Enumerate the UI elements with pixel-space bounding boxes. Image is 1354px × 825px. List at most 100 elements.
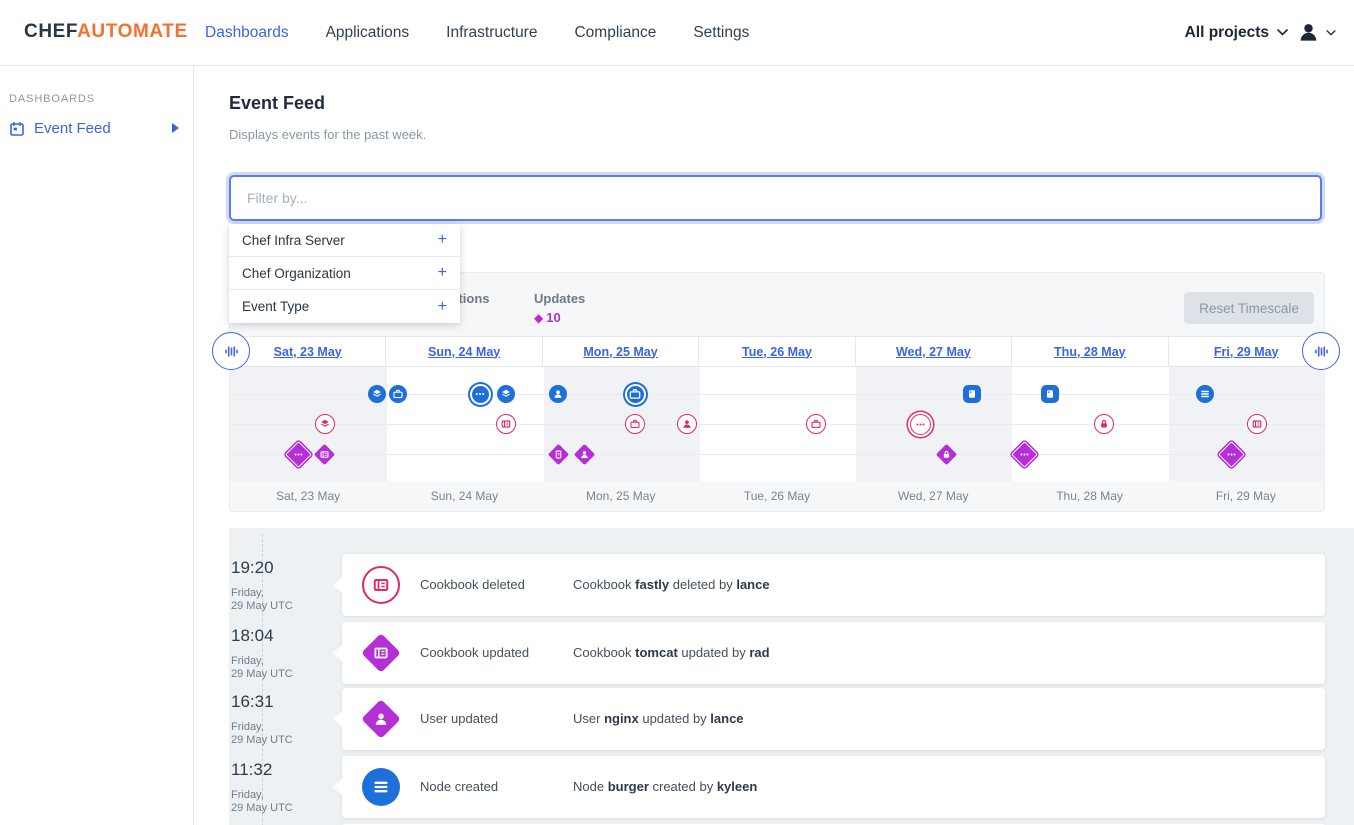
card-pointer (333, 711, 342, 727)
filter-option-label: Chef Infra Server (242, 233, 345, 248)
event-marker-created-organization-group[interactable] (625, 384, 646, 405)
sidebar-section-heading: DASHBOARDS (9, 93, 193, 105)
organization-icon (629, 418, 641, 430)
timeline-axis-label-6: Fri, 29 May (1168, 481, 1324, 511)
timeline-date-link-0[interactable]: Sat, 23 May (230, 337, 386, 366)
timeline-axis-label-3: Tue, 26 May (699, 481, 855, 511)
event-marker-created-organization[interactable] (389, 385, 407, 403)
nav-item-settings[interactable]: Settings (693, 24, 749, 42)
plus-icon[interactable]: + (438, 231, 447, 249)
event-marker-deleted-ellipsis-group[interactable] (910, 414, 931, 435)
timeline-date-link-6[interactable]: Fri, 29 May (1169, 337, 1324, 366)
sidebar-item-label: Event Feed (34, 120, 111, 137)
event-date: 29 May UTC (231, 600, 331, 613)
event-timestamp: 11:32 Friday, 29 May UTC (231, 760, 331, 815)
event-marker-created-ellipsis-group[interactable] (470, 384, 491, 405)
timeline-date-link-1[interactable]: Sun, 24 May (386, 337, 542, 366)
filter-option-chef-organization[interactable]: Chef Organization + (229, 257, 460, 290)
cookbook-icon (371, 575, 391, 595)
card-pointer (333, 645, 342, 661)
timeline-date-link-2[interactable]: Mon, 25 May (543, 337, 699, 366)
event-card-cookbook-deleted: Cookbook deleted Cookbook fastly deleted… (342, 554, 1325, 616)
ellipsis-icon (473, 387, 487, 401)
event-timestamp: 18:04 Friday, 29 May UTC (231, 626, 331, 681)
event-time: 19:20 (231, 558, 331, 578)
event-timestamp: 19:20 Friday, 29 May UTC (231, 558, 331, 613)
layers-icon (500, 388, 512, 400)
filter-input[interactable] (229, 175, 1322, 221)
filter-dropdown-panel: Chef Infra Server +Chef Organization +Ev… (229, 224, 460, 323)
user-menu[interactable] (1297, 21, 1336, 44)
lock-icon (1098, 418, 1110, 430)
timeline-date-link-3[interactable]: Tue, 26 May (699, 337, 855, 366)
timeline-date-link-5[interactable]: Thu, 28 May (1012, 337, 1168, 366)
event-marker-created-node[interactable] (1196, 385, 1214, 403)
legend-updates-label: Updates (534, 291, 585, 306)
event-title: Cookbook updated (420, 645, 529, 660)
event-marker-created-layers[interactable] (497, 385, 515, 403)
event-feed-section: 19:20 Friday, 29 May UTC Cookbook delete… (229, 528, 1354, 825)
sidebar-item-event-feed[interactable]: Event Feed (9, 120, 193, 137)
event-description: Cookbook fastly deleted by lance (573, 577, 770, 592)
nav-item-applications[interactable]: Applications (326, 24, 410, 42)
event-marker-created-user[interactable] (549, 385, 567, 403)
item-icon (553, 449, 564, 460)
event-title: User updated (420, 711, 498, 726)
event-marker-created-layers[interactable] (368, 385, 386, 403)
organization-icon (810, 418, 822, 430)
event-description: Cookbook tomcat updated by rad (573, 645, 770, 660)
timeline-date-link-4[interactable]: Wed, 27 May (856, 337, 1012, 366)
expand-caret-icon[interactable] (172, 123, 179, 133)
timescale-handle-left[interactable] (212, 332, 250, 370)
nav-item-dashboards[interactable]: Dashboards (205, 24, 289, 42)
top-navbar: CHEFAUTOMATE Dashboards Applications Infra… (0, 0, 1354, 66)
event-date: 29 May UTC (231, 802, 331, 815)
timeline-day-labels: Sat, 23 MaySun, 24 MayMon, 25 MayTue, 26… (230, 481, 1324, 511)
event-weekday: Friday, (231, 587, 331, 600)
nav-item-infrastructure[interactable]: Infrastructure (446, 24, 537, 42)
event-marker-deleted-user[interactable] (677, 414, 697, 434)
timeline-axis-label-2: Mon, 25 May (543, 481, 699, 511)
user-icon (681, 418, 693, 430)
logo-automate-text: AUTOMATE (77, 21, 188, 42)
nav-item-compliance[interactable]: Compliance (574, 24, 656, 42)
event-marker-deleted-organization[interactable] (806, 414, 826, 434)
plus-icon[interactable]: + (438, 264, 447, 282)
client-icon (1044, 388, 1056, 400)
event-weekday: Friday, (231, 721, 331, 734)
event-marker-deleted-cookbook[interactable] (1247, 414, 1267, 434)
event-time: 16:31 (231, 692, 331, 712)
event-marker-created-client[interactable] (963, 385, 981, 403)
cookbook-icon (319, 449, 330, 460)
event-title: Node created (420, 779, 498, 794)
event-time: 11:32 (231, 760, 331, 780)
card-pointer (333, 779, 342, 795)
event-marker-deleted-cookbook[interactable] (496, 414, 516, 434)
plus-icon[interactable]: + (438, 298, 447, 316)
legend-updates-count: ◆10 (534, 310, 561, 325)
event-marker-deleted-layers[interactable] (315, 414, 335, 434)
legend-updates: Updates ◆10 (534, 291, 585, 306)
event-marker-deleted-organization[interactable] (625, 414, 645, 434)
card-pointer (333, 577, 342, 593)
timeline-date-header: Sat, 23 MaySun, 24 MayMon, 25 MayTue, 26… (230, 336, 1324, 367)
event-weekday: Friday, (231, 655, 331, 668)
calendar-icon (9, 121, 25, 137)
sidebar: DASHBOARDS Event Feed (0, 66, 194, 825)
timescale-handle-right[interactable] (1302, 332, 1340, 370)
event-marker-deleted-lock[interactable] (1094, 414, 1114, 434)
filter-option-chef-infra-server[interactable]: Chef Infra Server + (229, 224, 460, 257)
filter-option-event-type[interactable]: Event Type + (229, 290, 460, 323)
user-updated-icon (362, 700, 400, 738)
event-timestamp: 16:31 Friday, 29 May UTC (231, 692, 331, 747)
projects-filter-dropdown[interactable]: All projects (1185, 24, 1288, 42)
organization-icon (392, 388, 404, 400)
event-title: Cookbook deleted (420, 577, 525, 592)
filter-option-label: Chef Organization (242, 266, 351, 281)
event-marker-created-client[interactable] (1041, 385, 1059, 403)
cookbook-icon (500, 418, 512, 430)
chef-automate-logo[interactable]: CHEFAUTOMATE (24, 21, 188, 43)
user-avatar-icon (1297, 21, 1320, 44)
reset-timescale-button[interactable]: Reset Timescale (1184, 292, 1314, 324)
slider-grip-icon (222, 342, 241, 361)
